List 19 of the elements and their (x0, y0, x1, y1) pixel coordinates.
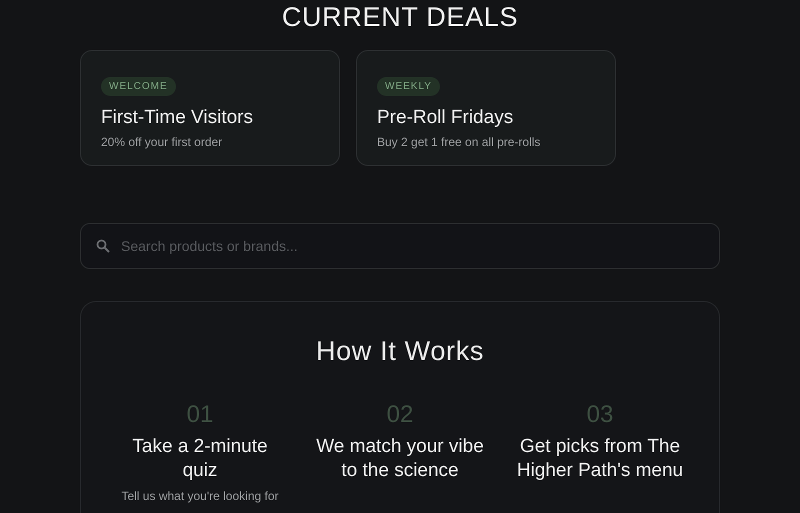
step-title: Get picks from The Higher Path's menu (516, 435, 684, 483)
step-number: 02 (386, 400, 414, 430)
deal-card[interactable]: WEEKLY Pre-Roll Fridays Buy 2 get 1 free on all pre-rolls (356, 50, 616, 166)
deal-title: First-Time Visitors (101, 106, 253, 130)
step-title: We match your vibe to the science (315, 435, 485, 483)
step-number: 03 (586, 400, 614, 430)
step-title: Take a 2-minute quiz (131, 435, 269, 483)
deal-tag: WEEKLY (377, 77, 440, 96)
search-icon (96, 239, 110, 253)
section-heading: CURRENT DEALS (282, 1, 518, 34)
deal-card[interactable]: WELCOME First-Time Visitors 20% off your first order (80, 50, 340, 166)
step-number: 01 (186, 400, 214, 430)
deal-title: Pre-Roll Fridays (377, 106, 514, 130)
search-field[interactable]: Search products or brands... (80, 223, 720, 269)
deal-subtitle: Buy 2 get 1 free on all pre-rolls (377, 134, 540, 151)
deal-tag: WELCOME (101, 77, 176, 96)
panel-title: How It Works (316, 335, 484, 368)
deal-subtitle: 20% off your first order (101, 134, 222, 151)
step-description: Tell us what you're looking for (121, 488, 279, 505)
